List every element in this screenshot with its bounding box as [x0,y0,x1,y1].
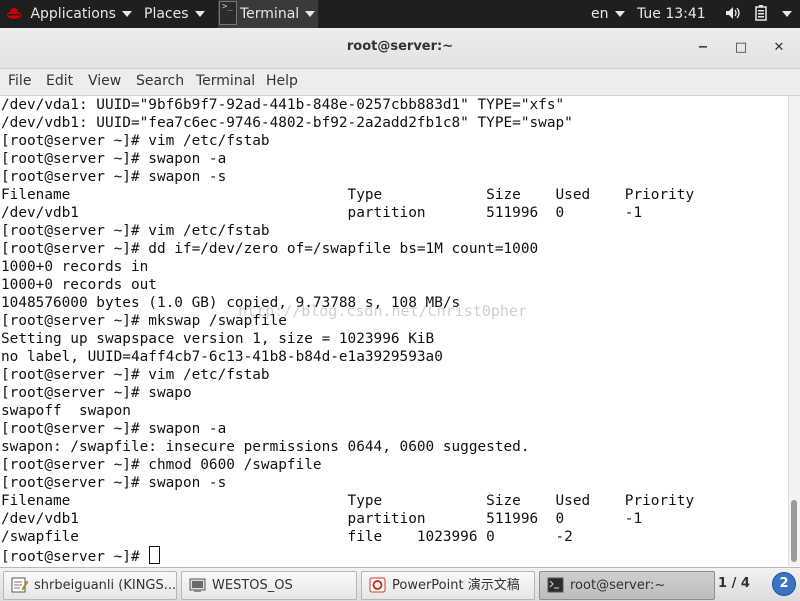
terminal-line: [root@server ~]# swapon -s [1,169,227,185]
terminal-line: swapon: /swapfile: insecure permissions … [1,439,530,455]
terminal-line: 1000+0 records in [1,259,149,275]
battery-glyph-icon [755,5,767,21]
terminal-line: /dev/vdb1: UUID="fea7c6ec-9746-4802-bf92… [1,115,573,131]
task-label: PowerPoint 演示文稿 [392,578,520,593]
chevron-down-icon [782,11,792,17]
terminal-line: Filename Type Size Used Priority [1,187,695,203]
window-title: root@server:~ [346,39,454,54]
minimize-button[interactable]: − [693,38,713,58]
help-badge[interactable]: 2 [772,572,796,596]
language-label: en [591,6,609,22]
watermark: http://blog.csdn.net/Christ0pher [238,302,527,320]
terminal-line: /swapfile file 1023996 0 -2 [1,529,573,545]
menu-help[interactable]: Help [266,73,298,89]
volume-icon[interactable] [725,0,741,28]
applications-label: Applications [30,6,116,22]
terminal-line: [root@server ~]# swapon -a [1,151,227,167]
task-westos-os[interactable]: WESTOS_OS [181,571,357,600]
terminal-line: [root@server ~]# dd if=/dev/zero of=/swa… [1,241,539,257]
terminal-prompt: [root@server ~]# [1,549,149,565]
terminal-line: 1000+0 records out [1,277,157,293]
scrollbar[interactable] [788,96,800,566]
terminal-line: [root@server ~]# vim /etc/fstab [1,223,270,239]
scrollbar-thumb[interactable] [791,500,797,562]
task-shrbeiguanli[interactable]: shrbeiguanli (KINGS... [3,571,177,600]
language-menu[interactable]: en [591,0,625,28]
terminal-line: /dev/vdb1 partition 511996 0 -1 [1,511,643,527]
menu-terminal[interactable]: Terminal [196,73,255,89]
terminal-line: [root@server ~]# swapo [1,385,192,401]
terminal-line: [root@server ~]# vim /etc/fstab [1,367,270,383]
top-panel: Applications Places >_ Terminal en Tue 1… [0,0,800,28]
maximize-button[interactable]: □ [731,38,751,58]
terminal-line: /dev/vda1: UUID="9bf6b9f7-92ad-441b-848e… [1,97,565,113]
terminal-line: [root@server ~]# swapon -s [1,475,227,491]
task-label: root@server:~ [570,578,666,593]
terminal-line: [root@server ~]# vim /etc/fstab [1,133,270,149]
chevron-down-icon [305,11,316,17]
virtual-machine-icon [189,578,206,592]
clock-label: Tue 13:41 [637,6,706,22]
menu-edit[interactable]: Edit [46,73,73,89]
terminal-line: swapoff swapon [1,403,131,419]
task-label: WESTOS_OS [212,578,293,593]
chevron-down-icon [614,11,625,17]
terminal-app-label: Terminal [240,6,300,22]
terminal-app-icon: >_ [219,1,237,25]
terminal-line: [root@server ~]# swapon -a [1,421,227,437]
terminal-line: Setting up swapspace version 1, size = 1… [1,331,435,347]
terminal-line: Filename Type Size Used Priority [1,493,695,509]
applications-menu[interactable]: Applications [6,0,132,28]
chevron-down-icon [194,11,205,17]
redhat-logo-icon [7,8,21,19]
places-label: Places [144,6,189,22]
terminal-line: no label, UUID=4aff4cb7-6c13-41b8-b84d-e… [1,349,443,365]
task-powerpoint[interactable]: PowerPoint 演示文稿 [361,571,535,600]
window-titlebar[interactable]: root@server:~ − □ ✕ [0,28,800,69]
menu-search[interactable]: Search [136,73,184,89]
system-menu[interactable] [776,0,792,28]
terminal-output[interactable]: /dev/vda1: UUID="9bf6b9f7-92ad-441b-848e… [0,96,788,566]
clock[interactable]: Tue 13:41 [637,0,706,28]
task-label: shrbeiguanli (KINGS... [34,578,177,593]
chevron-down-icon [121,11,132,17]
presentation-icon [369,577,386,593]
close-button[interactable]: ✕ [769,38,789,58]
terminal-line: [root@server ~]# chmod 0600 /swapfile [1,457,322,473]
taskbar: shrbeiguanli (KINGS... WESTOS_OS PowerPo… [0,567,800,601]
battery-icon[interactable] [755,0,767,28]
menu-file[interactable]: File [8,73,31,89]
speaker-icon [726,7,740,19]
menubar: File Edit View Search Terminal Help [0,69,800,96]
terminal-line: /dev/vdb1 partition 511996 0 -1 [1,205,643,221]
terminal-app-label-wrap[interactable]: Terminal [240,0,316,28]
workspace-pager[interactable]: 1 / 4 [718,576,750,591]
places-menu[interactable]: Places [144,0,205,28]
text-editor-icon [11,577,28,593]
terminal-icon [547,577,564,593]
task-terminal[interactable]: root@server:~ [539,571,715,600]
text-cursor [149,546,161,564]
menu-view[interactable]: View [88,73,121,89]
